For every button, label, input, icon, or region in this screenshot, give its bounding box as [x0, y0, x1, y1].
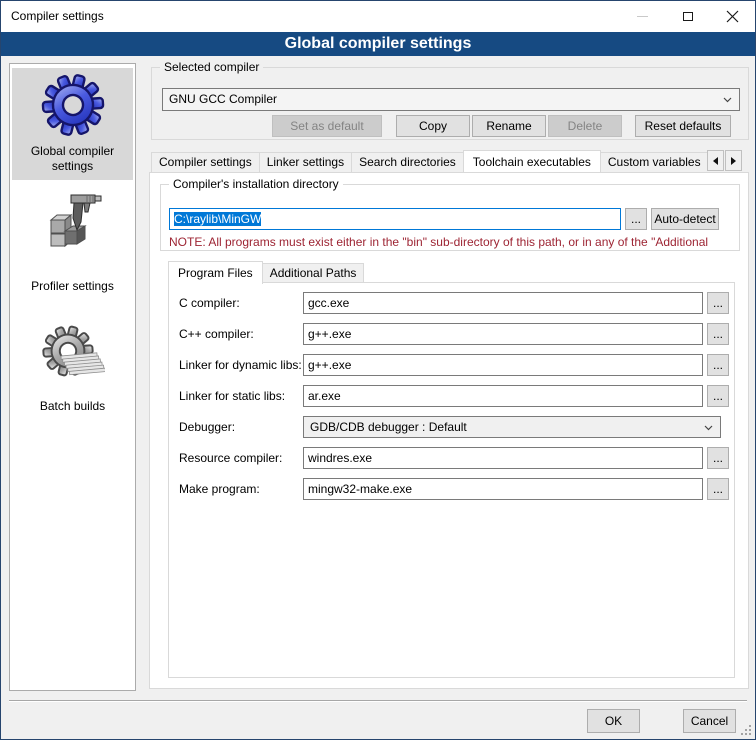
tab-additional-paths[interactable]: Additional Paths — [262, 263, 365, 283]
cancel-button[interactable]: Cancel — [683, 709, 736, 733]
linker-dynamic-input[interactable]: g++.exe — [303, 354, 703, 376]
arrow-right-icon — [731, 157, 736, 165]
maximize-icon — [683, 12, 693, 21]
gray-gear-stack-icon — [41, 322, 105, 386]
browse-button[interactable]: ... — [707, 447, 729, 469]
debugger-select-value: GDB/CDB debugger : Default — [310, 420, 467, 434]
field-value: ar.exe — [308, 389, 341, 403]
tab-custom-variables[interactable]: Custom variables — [600, 152, 707, 172]
delete-button[interactable]: Delete — [548, 115, 622, 137]
minimize-button[interactable] — [620, 1, 665, 32]
minimize-icon — [637, 16, 648, 17]
linker-static-label: Linker for static libs: — [179, 385, 285, 407]
field-value: windres.exe — [308, 451, 372, 465]
make-program-input[interactable]: mingw32-make.exe — [303, 478, 703, 500]
sidebar-item-profiler-settings[interactable]: Profiler settings — [12, 188, 133, 294]
copy-button[interactable]: Copy — [396, 115, 470, 137]
installation-directory-group: Compiler's installation directory C:\ray… — [160, 184, 740, 251]
linker-dynamic-label: Linker for dynamic libs: — [179, 354, 302, 376]
set-as-default-button[interactable]: Set as default — [272, 115, 382, 137]
browse-directory-button[interactable]: ... — [625, 208, 647, 230]
cpp-compiler-input[interactable]: g++.exe — [303, 323, 703, 345]
sidebar-item-batch-builds[interactable]: Batch builds — [12, 322, 133, 414]
footer-divider — [9, 700, 747, 702]
c-compiler-label: C compiler: — [179, 292, 240, 314]
program-files-panel: C compiler: gcc.exe ... C++ compiler: g+… — [168, 282, 735, 678]
cpp-compiler-label: C++ compiler: — [179, 323, 254, 345]
selected-text: C:\raylib\MinGW — [174, 212, 261, 226]
tab-linker-settings[interactable]: Linker settings — [259, 152, 352, 172]
close-button[interactable] — [710, 1, 755, 32]
tab-compiler-settings[interactable]: Compiler settings — [151, 152, 260, 172]
installation-directory-input[interactable]: C:\raylib\MinGW — [169, 208, 621, 230]
rename-button[interactable]: Rename — [472, 115, 546, 137]
ok-button[interactable]: OK — [587, 709, 640, 733]
program-files-tabstrip: Program Files Additional Paths — [168, 260, 364, 283]
tab-scroll-left-button[interactable] — [707, 150, 724, 171]
make-program-label: Make program: — [179, 478, 260, 500]
sidebar-item-label: Profiler settings — [12, 279, 133, 294]
compiler-select-value: GNU GCC Compiler — [169, 92, 277, 106]
browse-button[interactable]: ... — [707, 354, 729, 376]
maximize-button[interactable] — [665, 1, 710, 32]
field-value: gcc.exe — [308, 296, 349, 310]
debugger-select[interactable]: GDB/CDB debugger : Default — [303, 416, 721, 438]
toolchain-executables-page: Compiler's installation directory C:\ray… — [149, 172, 749, 689]
sidebar-item-label: Batch builds — [12, 399, 133, 414]
c-compiler-input[interactable]: gcc.exe — [303, 292, 703, 314]
blue-gear-icon — [41, 73, 105, 137]
window-title: Compiler settings — [11, 1, 104, 32]
sidebar-item-label: Global compiler settings — [12, 144, 133, 174]
resource-compiler-input[interactable]: windres.exe — [303, 447, 703, 469]
field-value: g++.exe — [308, 358, 351, 372]
resource-compiler-label: Resource compiler: — [179, 447, 282, 469]
bin-subdirectory-note: NOTE: All programs must exist either in … — [169, 235, 735, 249]
compiler-settings-dialog: Compiler settings Global compiler settin… — [0, 0, 756, 740]
tab-program-files[interactable]: Program Files — [168, 261, 263, 284]
auto-detect-button[interactable]: Auto-detect — [651, 208, 719, 230]
settings-category-sidebar: Global compiler settings — [9, 63, 136, 691]
close-icon — [726, 10, 739, 23]
page-title: Global compiler settings — [1, 32, 755, 56]
chevron-down-icon — [723, 97, 732, 103]
tab-search-directories[interactable]: Search directories — [351, 152, 464, 172]
group-label: Selected compiler — [160, 60, 263, 74]
caption-buttons — [620, 1, 755, 32]
linker-static-input[interactable]: ar.exe — [303, 385, 703, 407]
browse-button[interactable]: ... — [707, 385, 729, 407]
titlebar: Compiler settings — [1, 1, 755, 32]
resize-grip[interactable] — [739, 723, 752, 736]
field-value: g++.exe — [308, 327, 351, 341]
settings-tabstrip: Compiler settings Linker settings Search… — [151, 149, 707, 172]
browse-button[interactable]: ... — [707, 323, 729, 345]
field-value: mingw32-make.exe — [308, 482, 412, 496]
tab-toolchain-executables[interactable]: Toolchain executables — [463, 150, 601, 172]
group-label: Compiler's installation directory — [169, 177, 343, 191]
caliper-icon — [41, 188, 105, 252]
tab-scroll-right-button[interactable] — [725, 150, 742, 171]
reset-defaults-button[interactable]: Reset defaults — [635, 115, 731, 137]
browse-button[interactable]: ... — [707, 292, 729, 314]
browse-button[interactable]: ... — [707, 478, 729, 500]
sidebar-item-global-compiler-settings[interactable]: Global compiler settings — [12, 68, 133, 180]
arrow-left-icon — [713, 157, 718, 165]
chevron-down-icon — [704, 425, 713, 431]
selected-compiler-group: Selected compiler GNU GCC Compiler Set a… — [151, 67, 749, 140]
compiler-select[interactable]: GNU GCC Compiler — [162, 88, 740, 111]
debugger-label: Debugger: — [179, 416, 235, 438]
